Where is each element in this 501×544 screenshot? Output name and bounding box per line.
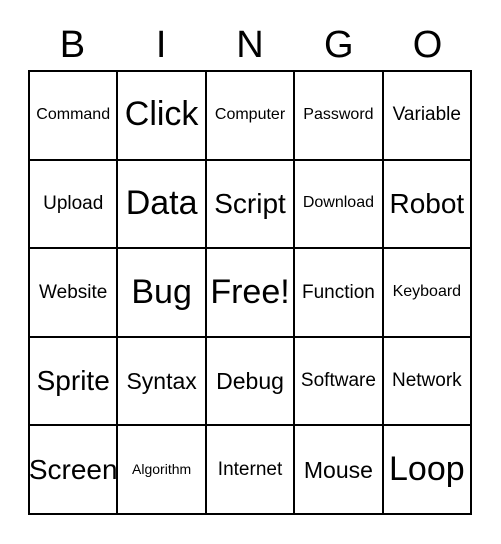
bingo-header-letter-g: G [324, 24, 354, 66]
bingo-header-letter-b: B [59, 24, 86, 66]
bingo-cell-n3-free-space[interactable]: Free! [206, 249, 296, 338]
bingo-header-letter-n: N [236, 24, 264, 66]
bingo-cell-label: Network [391, 370, 462, 392]
bingo-header-letter-i: I [155, 24, 167, 66]
bingo-cell-label: Sprite [36, 365, 110, 397]
bingo-cell-g4[interactable]: Software [295, 337, 384, 427]
bingo-cell-g2[interactable]: Download [295, 160, 384, 250]
bingo-cell-label: Command [36, 105, 111, 123]
bingo-cell-g3[interactable]: Function [295, 249, 384, 338]
bingo-cell-label: Click [124, 95, 199, 134]
bingo-cell-label: Loop [389, 449, 465, 488]
bingo-cell-label: Function [301, 281, 375, 303]
bingo-cell-label: Variable [392, 104, 461, 126]
bingo-cell-i4[interactable]: Syntax [118, 337, 207, 427]
bingo-cell-label: Algorithm [132, 461, 192, 478]
bingo-row: Sprite Syntax Debug Software Network [30, 337, 473, 427]
bingo-cell-b1[interactable]: Command [30, 72, 119, 161]
bingo-cell-label: Debug [216, 368, 284, 394]
bingo-cell-label: Screen [30, 453, 118, 485]
bingo-row: Upload Data Script Download Robot [30, 160, 473, 250]
bingo-cell-b4[interactable]: Sprite [30, 337, 119, 427]
bingo-cell-label: Upload [43, 192, 104, 214]
bingo-cell-label: Software [300, 370, 376, 392]
bingo-cell-o1[interactable]: Variable [383, 72, 473, 161]
bingo-cell-b5[interactable]: Screen [30, 426, 119, 515]
bingo-cell-o3[interactable]: Keyboard [383, 249, 473, 338]
bingo-row: Command Click Computer Password Variable [30, 72, 473, 161]
bingo-cell-label: Robot [389, 188, 465, 220]
bingo-free-space-label: Free! [210, 272, 290, 311]
bingo-cell-label: Bug [131, 272, 192, 311]
bingo-cell-b3[interactable]: Website [30, 249, 119, 338]
bingo-cell-i3[interactable]: Bug [118, 249, 207, 338]
bingo-cell-label: Password [303, 105, 374, 123]
bingo-cell-n2[interactable]: Script [206, 160, 296, 250]
bingo-cell-o2[interactable]: Robot [383, 160, 473, 250]
bingo-cell-o4[interactable]: Network [383, 337, 473, 427]
bingo-cell-label: Website [39, 281, 108, 303]
bingo-cell-g1[interactable]: Password [295, 72, 384, 161]
bingo-cell-n4[interactable]: Debug [206, 337, 296, 427]
bingo-cell-label: Internet [217, 458, 283, 480]
bingo-cell-label: Keyboard [392, 283, 462, 301]
bingo-cell-label: Script [214, 188, 286, 220]
bingo-grid: Command Click Computer Password Variable… [28, 70, 473, 515]
bingo-cell-label: Download [302, 194, 374, 212]
bingo-header-letter-o: O [412, 24, 443, 66]
bingo-cell-i1[interactable]: Click [118, 72, 207, 161]
bingo-cell-label: Computer [214, 105, 286, 123]
bingo-cell-i2[interactable]: Data [118, 160, 207, 250]
bingo-cell-b2[interactable]: Upload [30, 160, 119, 250]
bingo-cell-label: Mouse [303, 456, 373, 483]
bingo-cell-n5[interactable]: Internet [206, 426, 296, 515]
bingo-row: Website Bug Free! Function Keyboard [30, 249, 473, 338]
bingo-cell-i5[interactable]: Algorithm [118, 426, 207, 515]
bingo-cell-label: Syntax [126, 368, 197, 394]
bingo-cell-label: Data [125, 184, 198, 223]
bingo-header-row: B I N G O [28, 22, 472, 68]
bingo-row: Screen Algorithm Internet Mouse Loop [30, 426, 473, 515]
bingo-cell-o5[interactable]: Loop [383, 426, 473, 515]
bingo-cell-g5[interactable]: Mouse [295, 426, 384, 515]
bingo-cell-n1[interactable]: Computer [206, 72, 296, 161]
bingo-card: B I N G O Command Click Computer Passwor… [0, 0, 501, 544]
